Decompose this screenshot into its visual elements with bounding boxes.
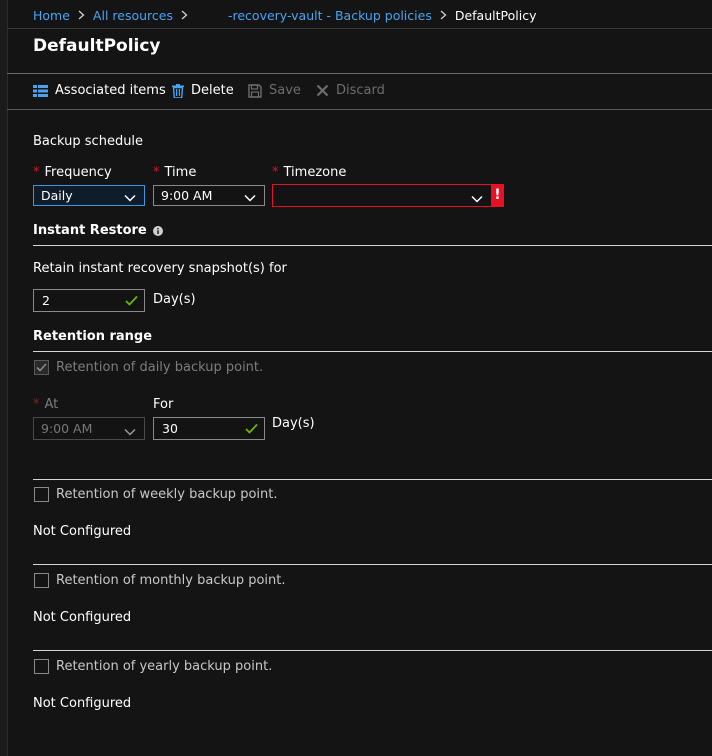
retain-snapshots-label: Retain instant recovery snapshot(s) for [33, 261, 287, 276]
breadcrumb-all-resources-link[interactable]: All resources [93, 8, 173, 23]
weekly-divider [33, 564, 712, 565]
page-title: DefaultPolicy [33, 36, 161, 56]
weekly-retention-label: Retention of weekly backup point. [56, 487, 278, 502]
breadcrumb: Home All resources -recovery-vault - Bac… [33, 8, 536, 23]
time-field-label: * Time [153, 165, 196, 180]
time-dropdown[interactable]: 9:00 AM [153, 185, 265, 206]
breadcrumb-current: DefaultPolicy [454, 8, 537, 23]
timezone-label-text: Timezone [283, 165, 347, 180]
daily-divider [33, 479, 712, 480]
retention-range-heading: Retention range [33, 329, 153, 344]
delete-button[interactable]: Delete [172, 83, 234, 98]
list-icon [33, 84, 48, 97]
weekly-status: Not Configured [33, 524, 132, 539]
timezone-dropdown[interactable] [272, 184, 492, 207]
daily-retention-checkbox[interactable] [34, 360, 49, 375]
save-label: Save [269, 83, 301, 98]
timezone-field-label: * Timezone [272, 165, 346, 180]
for-field-label: For [153, 397, 174, 412]
close-icon [316, 84, 329, 97]
breadcrumb-backup-policies-link[interactable]: -recovery-vault - Backup policies [228, 8, 432, 23]
daily-retention-label: Retention of daily backup point. [56, 360, 264, 375]
chevron-down-icon [471, 191, 483, 206]
header-divider [7, 28, 712, 29]
required-marker: * [153, 165, 160, 180]
policy-blade [7, 0, 712, 756]
monthly-divider [33, 650, 712, 651]
daily-for-input[interactable]: 30 [153, 417, 265, 440]
breadcrumb-home-link[interactable]: Home [33, 8, 70, 23]
chevron-down-icon [124, 190, 136, 205]
frequency-field-label: * Frequency [33, 165, 112, 180]
monthly-status: Not Configured [33, 610, 132, 625]
instant-restore-heading: Instant Restore [33, 223, 163, 238]
discard-button[interactable]: Discard [316, 83, 385, 98]
instant-restore-divider [33, 245, 712, 246]
error-icon: ! [491, 184, 504, 207]
toolbar-divider [7, 109, 712, 110]
daily-at-dropdown[interactable]: 9:00 AM [33, 417, 145, 440]
checkmark-icon [36, 363, 47, 372]
info-icon[interactable] [152, 225, 163, 236]
time-value: 9:00 AM [161, 188, 213, 203]
discard-label: Discard [336, 83, 385, 98]
weekly-retention-checkbox[interactable] [34, 487, 49, 502]
required-marker: * [33, 165, 40, 180]
associated-items-button[interactable]: Associated items [33, 83, 166, 98]
monthly-retention-label: Retention of monthly backup point. [56, 573, 286, 588]
retain-snapshots-value: 2 [42, 293, 50, 308]
daily-for-unit: Day(s) [272, 416, 315, 431]
yearly-status: Not Configured [33, 696, 132, 711]
redacted-vault-name [195, 8, 228, 23]
backup-schedule-heading: Backup schedule [33, 134, 144, 149]
chevron-down-icon [124, 424, 136, 439]
frequency-label-text: Frequency [44, 165, 112, 180]
checkmark-icon [245, 422, 258, 437]
retain-snapshots-unit: Day(s) [153, 292, 196, 307]
frequency-value: Daily [41, 188, 73, 203]
yearly-retention-label: Retention of yearly backup point. [56, 659, 273, 674]
frequency-dropdown[interactable]: Daily [33, 185, 145, 206]
delete-label: Delete [191, 83, 234, 98]
retain-snapshots-input[interactable]: 2 [33, 289, 145, 312]
at-label-text: At [44, 397, 59, 412]
associated-items-label: Associated items [55, 83, 166, 98]
save-button[interactable]: Save [248, 83, 301, 98]
chevron-right-icon [181, 9, 188, 23]
daily-for-value: 30 [162, 421, 178, 436]
yearly-retention-checkbox[interactable] [34, 659, 49, 674]
title-divider [7, 73, 712, 74]
chevron-down-icon [244, 190, 256, 205]
monthly-retention-checkbox[interactable] [34, 573, 49, 588]
daily-at-value: 9:00 AM [41, 421, 93, 436]
chevron-right-icon [78, 9, 85, 23]
checkmark-icon [125, 294, 138, 309]
save-icon [248, 83, 262, 98]
chevron-right-icon [440, 9, 447, 23]
at-field-label: * At [33, 397, 58, 412]
left-blade-strip [0, 0, 7, 756]
required-marker: * [33, 397, 40, 412]
retention-range-divider [33, 351, 712, 352]
trash-icon [172, 83, 184, 98]
instant-restore-heading-text: Instant Restore [33, 223, 147, 238]
required-marker: * [272, 165, 279, 180]
time-label-text: Time [164, 165, 197, 180]
